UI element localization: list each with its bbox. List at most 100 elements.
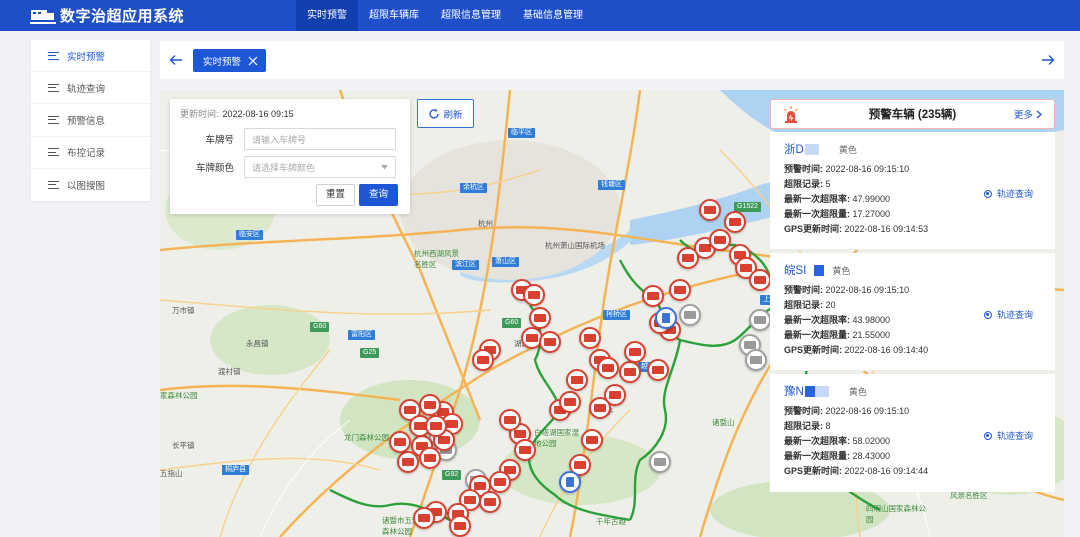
- track-query-link[interactable]: 轨迹查询: [983, 187, 1033, 200]
- track-query-link[interactable]: 轨迹查询: [983, 429, 1033, 442]
- truck-icon: [714, 236, 726, 244]
- vehicle-marker[interactable]: [745, 349, 767, 371]
- vehicle-marker[interactable]: [749, 269, 771, 291]
- vehicle-marker[interactable]: [589, 397, 611, 419]
- vehicle-marker[interactable]: [514, 439, 536, 461]
- warn-time-line: 预警时间: 2022-08-16 09:15:10: [784, 404, 1041, 419]
- truck-icon: [418, 514, 430, 522]
- map-district-badge: 萧山区: [492, 257, 519, 267]
- truck-icon: [647, 292, 659, 300]
- arrow-right-icon[interactable]: [1040, 52, 1056, 68]
- truck-icon: [504, 416, 516, 424]
- topnav-realtime-warning[interactable]: 实时预警: [296, 0, 358, 31]
- plate-color-select[interactable]: 请选择车牌颜色: [244, 156, 396, 178]
- plate-number[interactable]: 皖SI: [784, 262, 806, 278]
- vehicle-card[interactable]: 浙D 黄色 预警时间: 2022-08-16 09:15:10 超限记录: 5 …: [770, 132, 1055, 250]
- vehicle-marker[interactable]: [479, 491, 501, 513]
- vehicle-marker[interactable]: [523, 284, 545, 306]
- vehicle-marker[interactable]: [539, 331, 561, 353]
- vehicle-marker[interactable]: [499, 409, 521, 431]
- vehicle-marker[interactable]: [647, 359, 669, 381]
- vehicle-marker[interactable]: [389, 431, 411, 453]
- vehicle-marker[interactable]: [709, 229, 731, 251]
- gps-line: GPS更新时间: 2022-08-16 09:14:40: [784, 343, 1041, 358]
- vehicle-card[interactable]: 豫N 黄色 预警时间: 2022-08-16 09:15:10 超限记录: 8 …: [770, 374, 1055, 492]
- query-button[interactable]: 查询: [358, 184, 398, 206]
- vehicle-marker[interactable]: [489, 471, 511, 493]
- target-icon: [983, 431, 992, 440]
- vehicle-marker[interactable]: [419, 447, 441, 469]
- plate-color-placeholder: 请选择车牌颜色: [252, 162, 316, 173]
- vehicle-marker[interactable]: [566, 369, 588, 391]
- truck-icon: [528, 291, 540, 299]
- target-icon: [983, 189, 992, 198]
- more-link[interactable]: 更多: [1014, 107, 1042, 121]
- plate-number-input[interactable]: 请输入车牌号: [244, 128, 396, 150]
- arrow-left-icon[interactable]: [168, 52, 184, 68]
- refresh-button[interactable]: 刷新: [417, 99, 474, 128]
- sidebar-item-control-records[interactable]: 布控记录: [31, 137, 150, 169]
- vehicle-marker[interactable]: [619, 361, 641, 383]
- topnav-basic-info[interactable]: 基础信息管理: [512, 0, 594, 31]
- vehicle-marker[interactable]: [559, 391, 581, 413]
- phone-icon: [566, 477, 574, 487]
- close-icon[interactable]: [248, 56, 258, 66]
- truck-icon: [654, 458, 666, 466]
- checkpoint-marker[interactable]: [655, 307, 677, 329]
- sidebar-item-image-search[interactable]: 以图搜图: [31, 169, 150, 201]
- plate-number[interactable]: 豫N: [784, 383, 804, 399]
- vehicle-marker[interactable]: [649, 451, 671, 473]
- map-district-badge: 桐庐县: [222, 465, 249, 475]
- vehicle-marker[interactable]: [677, 247, 699, 269]
- truck-icon: [484, 498, 496, 506]
- topnav-overlimit-info[interactable]: 超限信息管理: [430, 0, 512, 31]
- vehicle-marker[interactable]: [425, 415, 447, 437]
- gps-key: GPS更新时间:: [784, 224, 843, 234]
- vehicle-marker[interactable]: [669, 279, 691, 301]
- vehicle-marker[interactable]: [397, 451, 419, 473]
- sidebar-item-track-query[interactable]: 轨迹查询: [31, 72, 150, 105]
- truck-icon: [750, 356, 762, 364]
- vehicle-marker[interactable]: [597, 357, 619, 379]
- vehicle-marker[interactable]: [699, 199, 721, 221]
- sidebar-item-realtime-warning[interactable]: 实时预警: [31, 40, 150, 73]
- sidebar-item-warning-info[interactable]: 预警信息: [31, 104, 150, 137]
- vehicle-marker[interactable]: [581, 429, 603, 451]
- reset-button[interactable]: 重置: [315, 184, 355, 206]
- truck-icon: [574, 461, 586, 469]
- plate-number[interactable]: 浙D: [784, 141, 804, 157]
- vehicle-marker[interactable]: [413, 507, 435, 529]
- map-district-badge: 富阳区: [348, 330, 375, 340]
- rate-value: 58.02000: [852, 436, 891, 446]
- vehicle-marker[interactable]: [642, 285, 664, 307]
- truck-icon: [544, 338, 556, 346]
- vehicle-marker[interactable]: [624, 341, 646, 363]
- list-icon: [48, 115, 59, 124]
- truck-icon: [682, 254, 694, 262]
- vehicle-card[interactable]: 皖SI 黄色 预警时间: 2022-08-16 09:15:10 超限记录: 2…: [770, 253, 1055, 371]
- checkpoint-marker[interactable]: [559, 471, 581, 493]
- topnav-overlimit-vehicles[interactable]: 超限车辆库: [358, 0, 430, 31]
- vehicle-marker[interactable]: [579, 327, 601, 349]
- vehicle-marker[interactable]: [749, 309, 771, 331]
- rate-value: 43.98000: [852, 315, 891, 325]
- refresh-label: 刷新: [443, 109, 463, 121]
- record-key: 超限记录:: [784, 300, 823, 310]
- vehicle-marker[interactable]: [419, 394, 441, 416]
- list-icon: [48, 148, 59, 157]
- truck-icon: [609, 391, 621, 399]
- plate-color: 黄色: [832, 265, 851, 276]
- warn-time-key: 预警时间:: [784, 406, 823, 416]
- truck-icon: [674, 286, 686, 294]
- vehicle-marker[interactable]: [724, 211, 746, 233]
- vehicle-marker[interactable]: [529, 307, 551, 329]
- tab-realtime-warning[interactable]: 实时预警: [193, 49, 267, 72]
- truck-icon: [586, 436, 598, 444]
- app-logo: 数字治超应用系统: [0, 0, 296, 31]
- truck-icon: [584, 334, 596, 342]
- track-query-link[interactable]: 轨迹查询: [983, 308, 1033, 321]
- vehicle-marker[interactable]: [472, 349, 494, 371]
- vehicle-marker[interactable]: [449, 515, 471, 537]
- gps-value: 2022-08-16 09:14:53: [844, 224, 929, 234]
- vehicle-marker[interactable]: [679, 304, 701, 326]
